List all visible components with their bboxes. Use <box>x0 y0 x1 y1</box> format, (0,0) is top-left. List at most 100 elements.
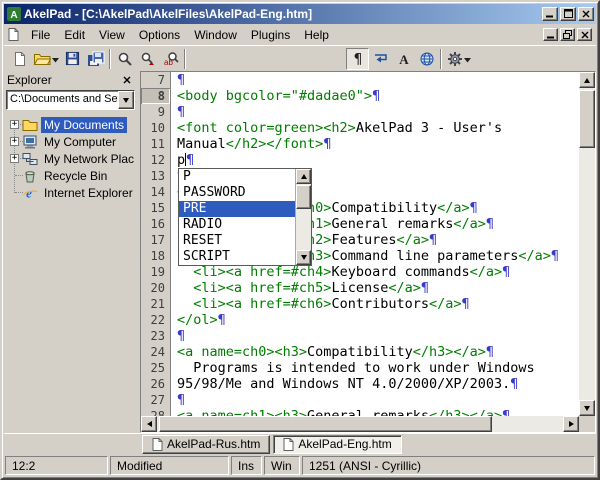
tab-akelpad-rus-htm[interactable]: AkelPad-Rus.htm <box>142 435 270 454</box>
editor-line[interactable]: 23¶ <box>141 328 579 344</box>
line-number: 7 <box>141 72 171 88</box>
tab-akelpad-eng-htm[interactable]: AkelPad-Eng.htm <box>273 435 401 454</box>
editor-line[interactable]: 19 <li><a href=#ch4>Keyboard commands</a… <box>141 264 579 280</box>
code-text: p¶ <box>171 152 194 168</box>
code-text: Programs is intended to work under Windo… <box>171 360 535 376</box>
tree-item-my-computer[interactable]: +My Computer <box>4 133 137 150</box>
autocomplete-item[interactable]: PASSWORD <box>179 185 295 201</box>
menu-options[interactable]: Options <box>132 26 187 44</box>
line-number: 24 <box>141 344 171 360</box>
autocomplete-scroll-up-button[interactable] <box>296 169 311 184</box>
autocomplete-item[interactable]: PRE <box>179 201 295 217</box>
tab-label: AkelPad-Eng.htm <box>298 437 391 451</box>
mdi-minimize-button[interactable] <box>543 28 558 41</box>
encoding-globe-button[interactable] <box>415 48 438 70</box>
recycle-bin-icon <box>22 169 38 183</box>
mdi-restore-button[interactable] <box>560 28 575 41</box>
font-settings-button[interactable]: A <box>392 48 415 70</box>
editor-line[interactable]: 10<font color=green><h2>AkelPad 3 - User… <box>141 120 579 136</box>
arrow-left-icon <box>147 421 152 427</box>
find-button[interactable] <box>113 48 136 70</box>
scroll-up-button[interactable] <box>579 72 595 88</box>
menubar: FileEditViewOptionsWindowPluginsHelp <box>4 24 596 45</box>
find-next-button[interactable] <box>136 48 159 70</box>
editor-line[interactable]: 8<body bgcolor="#dadae0">¶ <box>141 88 579 104</box>
line-number: 28 <box>141 408 171 416</box>
newline-format-indicator: Win <box>264 456 300 475</box>
editor-line[interactable]: 2695/98/Me and Windows NT 4.0/2000/XP/20… <box>141 376 579 392</box>
autocomplete-item[interactable]: RADIO <box>179 217 295 233</box>
editor-line[interactable]: 12p¶ <box>141 152 579 168</box>
tree-item-label: Recycle Bin <box>41 168 110 184</box>
word-wrap-button[interactable] <box>369 48 392 70</box>
line-number: 26 <box>141 376 171 392</box>
menu-plugins[interactable]: Plugins <box>244 26 297 44</box>
arrow-right-icon <box>569 421 574 427</box>
autocomplete-scroll-down-button[interactable] <box>296 250 311 265</box>
code-text: <li><a href=#ch6>Contributors</a>¶ <box>171 296 470 312</box>
my-documents-icon <box>22 118 38 132</box>
combobox-dropdown-button[interactable] <box>118 91 134 109</box>
horizontal-scrollbar[interactable] <box>141 416 579 432</box>
open-file-button[interactable] <box>31 48 61 70</box>
vertical-scrollbar[interactable] <box>579 72 595 416</box>
editor-line[interactable]: 9¶ <box>141 104 579 120</box>
chevron-down-icon <box>123 98 129 103</box>
expand-plus-icon[interactable]: + <box>10 154 19 163</box>
caret-position: 12:2 <box>5 456 108 475</box>
statusbar: 12:2 Modified Ins Win 1251 (ANSI - Cyril… <box>4 454 596 476</box>
tree-item-my-documents[interactable]: +My Documents <box>4 116 137 133</box>
editor-line[interactable]: 24<a name=ch0><h3>Compatibility</h3></a>… <box>141 344 579 360</box>
new-file-button[interactable] <box>8 48 31 70</box>
vertical-scrollbar-thumb[interactable] <box>579 90 595 148</box>
expand-plus-icon[interactable]: + <box>10 137 19 146</box>
autocomplete-scrollbar[interactable] <box>295 169 311 265</box>
menu-help[interactable]: Help <box>297 26 336 44</box>
editor-line[interactable]: 11Manual</h2></font>¶ <box>141 136 579 152</box>
maximize-button[interactable] <box>560 7 576 21</box>
close-button[interactable] <box>578 7 594 21</box>
menu-edit[interactable]: Edit <box>57 26 92 44</box>
minimize-button[interactable] <box>542 7 558 21</box>
editor-line[interactable]: 25 Programs is intended to work under Wi… <box>141 360 579 376</box>
menu-view[interactable]: View <box>92 26 132 44</box>
tree-item-my-network-plac[interactable]: +My Network Plac <box>4 150 137 167</box>
menu-window[interactable]: Window <box>187 26 244 44</box>
autocomplete-scroll-track[interactable] <box>296 184 311 250</box>
editor-line[interactable]: 7¶ <box>141 72 579 88</box>
editor-line[interactable]: 20 <li><a href=#ch5>License</a>¶ <box>141 280 579 296</box>
line-number: 22 <box>141 312 171 328</box>
vertical-scroll-track[interactable] <box>579 88 595 400</box>
mdi-document-icon[interactable] <box>8 28 20 42</box>
autocomplete-item[interactable]: SCRIPT <box>179 249 295 265</box>
replace-button[interactable]: ab <box>159 48 182 70</box>
chevron-down-icon <box>52 52 59 66</box>
plugins-button[interactable] <box>444 48 474 70</box>
horizontal-scroll-track[interactable] <box>157 416 563 432</box>
save-all-button[interactable] <box>84 48 107 70</box>
svg-text:A: A <box>10 10 17 21</box>
path-combobox[interactable]: C:\Documents and Setti <box>6 90 135 110</box>
expand-plus-icon[interactable]: + <box>10 120 19 129</box>
autocomplete-item[interactable]: RESET <box>179 233 295 249</box>
explorer-close-button[interactable] <box>120 74 134 87</box>
tree-item-internet-explorer[interactable]: eInternet Explorer <box>4 184 137 201</box>
scroll-left-button[interactable] <box>141 416 157 432</box>
editor-line[interactable]: 21 <li><a href=#ch6>Contributors</a>¶ <box>141 296 579 312</box>
menu-file[interactable]: File <box>24 26 57 44</box>
mdi-close-button[interactable] <box>577 28 592 41</box>
chevron-down-icon <box>464 52 471 66</box>
tree-item-recycle-bin[interactable]: Recycle Bin <box>4 167 137 184</box>
scroll-right-button[interactable] <box>563 416 579 432</box>
editor-line[interactable]: 28<a name=ch1><h3>General remarks</h3></… <box>141 408 579 416</box>
editor-line[interactable]: 27¶ <box>141 392 579 408</box>
autocomplete-scrollbar-thumb[interactable] <box>296 185 311 209</box>
show-paragraph-marks-button[interactable]: ¶ <box>346 48 369 70</box>
horizontal-scrollbar-thumb[interactable] <box>159 416 492 432</box>
save-file-button[interactable] <box>61 48 84 70</box>
scroll-down-button[interactable] <box>579 400 595 416</box>
autocomplete-item[interactable]: P <box>179 169 295 185</box>
line-number: 14 <box>141 184 171 200</box>
code-text: 95/98/Me and Windows NT 4.0/2000/XP/2003… <box>171 376 518 392</box>
editor-line[interactable]: 22</ol>¶ <box>141 312 579 328</box>
